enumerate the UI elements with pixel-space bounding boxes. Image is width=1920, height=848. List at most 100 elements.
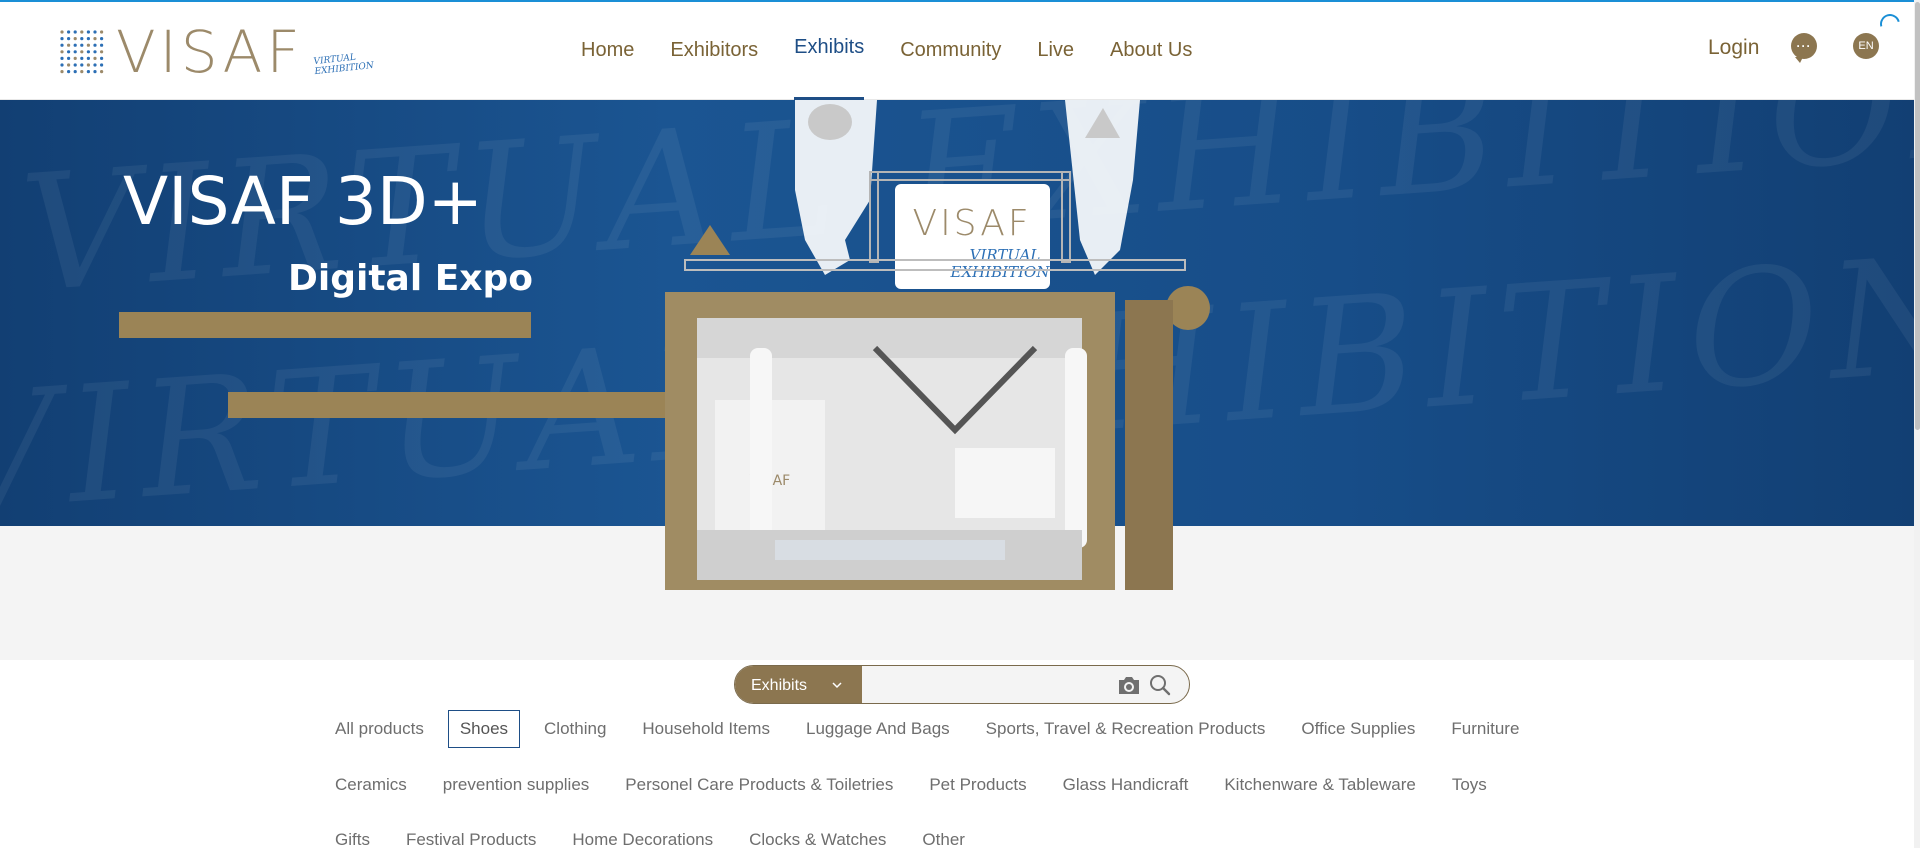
logo-dot (100, 30, 104, 34)
logo-dot (93, 43, 97, 47)
category-kitchenware[interactable]: Kitchenware & Tableware (1212, 766, 1428, 804)
page-loading-bar (0, 0, 1920, 2)
logo-dot (93, 56, 97, 60)
hero-subtitle: Digital Expo (288, 258, 534, 299)
category-shoes[interactable]: Shoes (447, 710, 521, 748)
logo-dot (73, 56, 77, 60)
logo-dot (86, 56, 90, 60)
logo-dot (80, 50, 84, 54)
hero-title: VISAF 3D+ (123, 163, 483, 240)
nav-community[interactable]: Community (882, 0, 1019, 100)
logo-dot (93, 63, 97, 67)
logo-dot (67, 70, 71, 74)
category-pet-products[interactable]: Pet Products (917, 766, 1038, 804)
search-input[interactable] (862, 666, 1102, 703)
logo-dot (86, 70, 90, 74)
logo-dot (60, 43, 64, 47)
logo-dot (60, 50, 64, 54)
category-all-products[interactable]: All products (323, 710, 436, 748)
nav-home[interactable]: Home (563, 0, 652, 100)
category-luggage-and-bags[interactable]: Luggage And Bags (794, 710, 962, 748)
search-icon[interactable] (1149, 674, 1171, 696)
camera-icon[interactable] (1117, 674, 1141, 696)
chat-bubble-icon[interactable]: ··· (1791, 33, 1817, 63)
visaf-logo[interactable]: VISAF VIRTUAL EXHIBITION (58, 22, 374, 82)
subtitle-accent-bar (228, 392, 673, 418)
category-row-1: All products Shoes Clothing Household It… (323, 710, 1623, 748)
logo-dot (67, 63, 71, 67)
page-scrollbar[interactable] (1914, 0, 1920, 848)
logo-dot (73, 43, 77, 47)
category-toys[interactable]: Toys (1440, 766, 1499, 804)
category-clocks-watches[interactable]: Clocks & Watches (737, 821, 898, 848)
logo-dot (80, 43, 84, 47)
site-header: VISAF VIRTUAL EXHIBITION Home Exhibitors… (0, 0, 1914, 100)
category-home-decorations[interactable]: Home Decorations (560, 821, 725, 848)
logo-dot (100, 50, 104, 54)
category-household-items[interactable]: Household Items (630, 710, 782, 748)
category-office-supplies[interactable]: Office Supplies (1289, 710, 1427, 748)
logo-dot (100, 43, 104, 47)
nav-exhibitors[interactable]: Exhibitors (652, 0, 776, 100)
logo-dot (73, 37, 77, 41)
category-clothing[interactable]: Clothing (532, 710, 618, 748)
logo-dot (73, 63, 77, 67)
logo-dot (67, 56, 71, 60)
search-bar: Exhibits (734, 665, 1190, 704)
logo-dot (93, 50, 97, 54)
exhibition-booth-image: VISAF VIRTUAL EXHIBITION VISAF (665, 100, 1210, 590)
booth-sign-line1: VIRTUAL (970, 246, 1041, 264)
logo-text: VISAF (116, 18, 304, 86)
logo-subtitle: VIRTUAL EXHIBITION (313, 52, 375, 78)
logo-dot (80, 30, 84, 34)
logo-dot (60, 30, 64, 34)
logo-dot (67, 50, 71, 54)
logo-dot (73, 30, 77, 34)
logo-dot (60, 37, 64, 41)
category-glass-handicraft[interactable]: Glass Handicraft (1051, 766, 1201, 804)
language-switcher[interactable]: EN (1853, 33, 1879, 59)
category-row-2: Ceramics prevention supplies Personel Ca… (323, 766, 1623, 804)
booth-sign-line2: EXHIBITION (950, 263, 1051, 281)
loading-spinner-icon (1876, 10, 1904, 38)
logo-dot (100, 37, 104, 41)
category-personal-care[interactable]: Personel Care Products & Toiletries (613, 766, 905, 804)
logo-dot (73, 50, 77, 54)
nav-exhibits[interactable]: Exhibits (776, 0, 882, 100)
logo-dot (80, 56, 84, 60)
category-furniture[interactable]: Furniture (1439, 710, 1531, 748)
logo-dot (80, 37, 84, 41)
logo-dot (100, 63, 104, 67)
logo-dot (60, 70, 64, 74)
logo-dot (86, 63, 90, 67)
logo-dot (80, 63, 84, 67)
scrollbar-thumb[interactable] (1915, 2, 1920, 430)
logo-dots-icon (60, 30, 104, 74)
nav-about-us[interactable]: About Us (1092, 0, 1210, 100)
search-type-dropdown[interactable]: Exhibits (735, 666, 862, 703)
logo-dot (93, 37, 97, 41)
login-link[interactable]: Login (1708, 36, 1759, 60)
chevron-down-icon (832, 682, 842, 689)
title-accent-bar (119, 312, 531, 338)
category-row-3: Gifts Festival Products Home Decorations… (323, 821, 1623, 848)
logo-dot (100, 70, 104, 74)
logo-dot (86, 30, 90, 34)
category-other[interactable]: Other (910, 821, 977, 848)
logo-dot (86, 43, 90, 47)
category-ceramics[interactable]: Ceramics (323, 766, 419, 804)
category-gifts[interactable]: Gifts (323, 821, 382, 848)
logo-dot (60, 56, 64, 60)
nav-live[interactable]: Live (1019, 0, 1092, 100)
category-festival-products[interactable]: Festival Products (394, 821, 548, 848)
logo-dot (86, 37, 90, 41)
booth-sign-title: VISAF (912, 203, 1031, 244)
logo-dot (93, 30, 97, 34)
category-sports-travel-recreation[interactable]: Sports, Travel & Recreation Products (974, 710, 1278, 748)
logo-dot (67, 43, 71, 47)
logo-dot (93, 70, 97, 74)
logo-dot (73, 70, 77, 74)
logo-dot (67, 30, 71, 34)
logo-dot (60, 63, 64, 67)
category-prevention-supplies[interactable]: prevention supplies (431, 766, 601, 804)
